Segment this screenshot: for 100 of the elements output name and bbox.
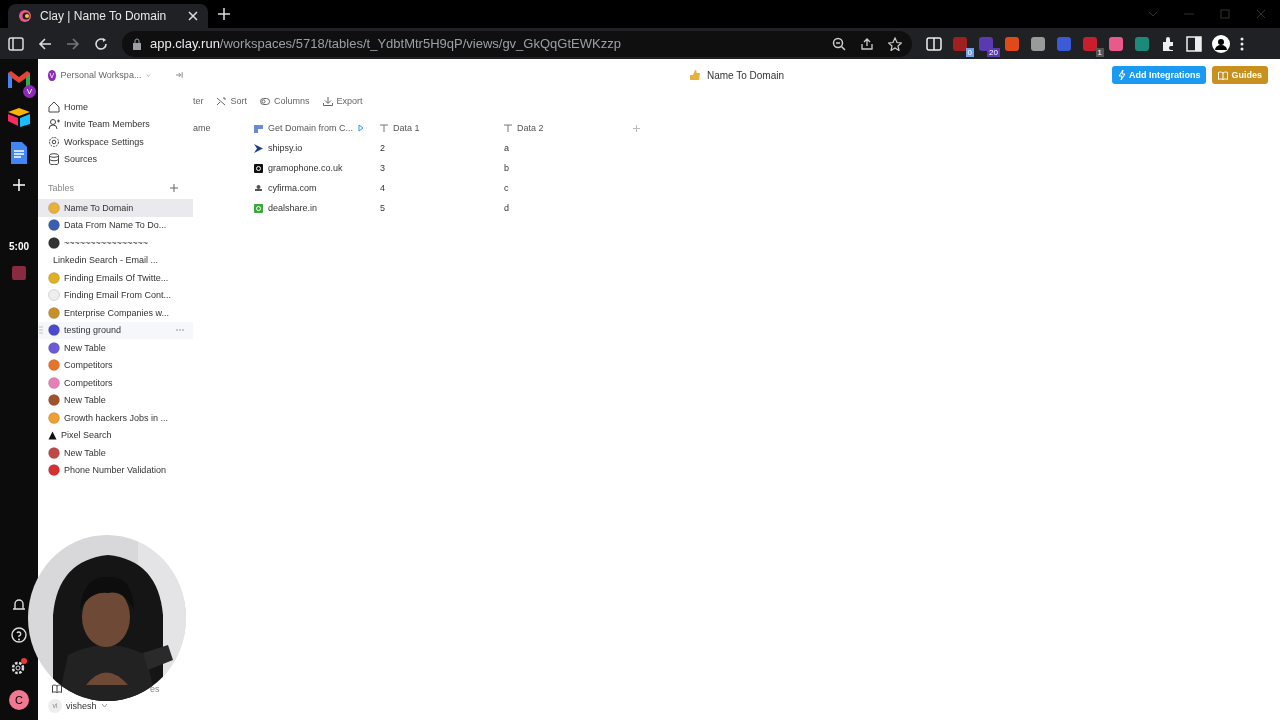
bell-icon[interactable] xyxy=(12,598,26,612)
table-cell-text: d xyxy=(504,202,510,215)
sidebar-icon[interactable] xyxy=(8,36,24,51)
text-type-icon xyxy=(380,124,388,132)
avatar-badge: V xyxy=(23,85,36,98)
chevron-down-icon[interactable] xyxy=(100,703,108,708)
tab-title: Clay | Name To Domain xyxy=(40,9,168,23)
url-text: app.clay.run/workspaces/5718/tables/t_YdbtMtr5H9qP/views/gv_GkQqGtEWKzzp xyxy=(150,36,621,51)
table-cell: gramophone.co.uk xyxy=(254,158,380,178)
document-icon[interactable] xyxy=(10,141,28,165)
section-heading: Tables xyxy=(48,183,74,193)
drag-handle-icon[interactable] xyxy=(39,326,43,335)
table-item[interactable]: Linkedin Search - Email ... xyxy=(38,251,193,269)
play-icon[interactable] xyxy=(358,124,365,132)
add-icon[interactable] xyxy=(170,184,178,192)
table-item[interactable]: ~~~~~~~~~~~~~~~~ xyxy=(38,234,193,252)
table-cell: dealshare.in xyxy=(254,198,380,218)
column-header[interactable]: Data 1 xyxy=(380,118,504,138)
table-item[interactable]: Competitors xyxy=(38,356,193,374)
extension-icon[interactable] xyxy=(1108,35,1124,52)
column-header[interactable]: Data 2 xyxy=(504,118,633,138)
toolbar-button[interactable]: ter xyxy=(193,96,204,106)
extension-icon[interactable] xyxy=(978,35,994,52)
table-item[interactable]: Name To Domain xyxy=(38,199,193,217)
toolbar-button[interactable]: Sort xyxy=(216,96,248,106)
star-icon[interactable] xyxy=(888,36,902,51)
toolbar-button[interactable]: Export xyxy=(322,96,363,106)
table-cell-text: c xyxy=(504,182,510,195)
table-item[interactable]: Finding Email From Cont... xyxy=(38,286,193,304)
extension-badge: 1 xyxy=(1095,47,1104,57)
extension-icon[interactable] xyxy=(1056,35,1072,52)
toggle-icon xyxy=(260,96,271,106)
table-item[interactable]: Competitors xyxy=(38,374,193,392)
puzzle-icon[interactable] xyxy=(1160,35,1176,52)
shuffle-icon xyxy=(216,96,227,106)
table-item[interactable]: New Table xyxy=(38,339,193,357)
zoom-out-icon[interactable] xyxy=(832,36,846,51)
table-item[interactable]: testing ground xyxy=(38,321,193,339)
nav-item[interactable]: Invite Team Members xyxy=(38,115,193,133)
nav-item[interactable]: Home xyxy=(38,98,193,116)
profile-icon[interactable] xyxy=(1212,34,1230,53)
forward-icon[interactable] xyxy=(66,36,80,51)
box-logo-icon[interactable] xyxy=(7,107,31,127)
table-item[interactable]: New Table xyxy=(38,444,193,462)
side-panel-icon[interactable] xyxy=(1186,35,1202,52)
table-item[interactable]: Enterprise Companies w... xyxy=(38,304,193,322)
guides-link[interactable]: es xyxy=(150,683,160,694)
table-cell-text: 2 xyxy=(380,142,386,155)
column-header[interactable]: Get Domain from C... xyxy=(254,118,380,138)
user-avatar[interactable]: C xyxy=(9,690,29,710)
reload-icon[interactable] xyxy=(94,36,108,51)
toolbar-button[interactable]: Columns xyxy=(260,96,310,106)
menu-icon[interactable] xyxy=(1240,36,1244,51)
browser-tab[interactable]: Clay | Name To Domain xyxy=(8,4,208,28)
user-name[interactable]: vishesh xyxy=(66,700,97,711)
table-item[interactable]: Growth hackers Jobs in ... xyxy=(38,409,193,427)
book-icon xyxy=(1218,70,1229,80)
plus-icon[interactable] xyxy=(13,179,25,191)
extension-badge: 0 xyxy=(965,47,974,57)
download-icon xyxy=(322,96,333,106)
nav-item[interactable]: Workspace Settings xyxy=(38,133,193,151)
column-header[interactable]: ame xyxy=(193,118,254,138)
extension-icon[interactable] xyxy=(1082,35,1098,52)
lightning-icon xyxy=(1118,70,1126,80)
timer-text: 5:00 xyxy=(9,241,29,252)
settings-icon[interactable] xyxy=(10,658,28,676)
extension-icon[interactable] xyxy=(1004,35,1020,52)
table-cell-text: 4 xyxy=(380,182,386,195)
table-cell: cyfirma.com xyxy=(254,178,380,198)
table-item[interactable]: Finding Emails Of Twitte... xyxy=(38,269,193,287)
help-icon[interactable] xyxy=(10,626,28,644)
extension-icon[interactable] xyxy=(1134,35,1150,52)
table-cell-text: b xyxy=(504,162,510,175)
share-icon[interactable] xyxy=(860,36,874,51)
reading-icon[interactable] xyxy=(926,36,942,51)
settings-icon xyxy=(48,135,60,148)
back-icon[interactable] xyxy=(38,36,52,51)
new-tab-icon[interactable] xyxy=(218,8,230,20)
table-cell-text: 3 xyxy=(380,162,386,175)
column-logo-icon xyxy=(254,123,263,133)
table-item[interactable]: New Table xyxy=(38,391,193,409)
text-type-icon xyxy=(504,124,512,132)
table-item[interactable]: Phone Number Validation xyxy=(38,461,193,479)
table-item[interactable]: Pixel Search xyxy=(38,426,193,444)
table-item[interactable]: Data From Name To Do... xyxy=(38,216,193,234)
table-cell-text: 5 xyxy=(380,202,386,215)
thumbs-up-icon xyxy=(688,69,701,81)
extension-icon[interactable] xyxy=(1030,35,1046,52)
triangle-icon xyxy=(48,430,57,440)
table-cell: shipsy.io xyxy=(254,138,380,158)
book-icon[interactable] xyxy=(52,684,62,693)
extension-badge: 20 xyxy=(987,47,1000,57)
mail-icon[interactable] xyxy=(7,69,31,89)
lock-icon xyxy=(132,37,142,50)
database-icon xyxy=(48,153,60,166)
workspace-name[interactable]: Personal Workspa... xyxy=(60,70,142,80)
address-bar[interactable]: app.clay.run/workspaces/5718/tables/t_YdbtMtr5H9qP/views/gv_GkQqGtEWKzzp xyxy=(122,30,912,57)
extension-icon[interactable] xyxy=(952,35,968,52)
table-title: Name To Domain xyxy=(706,69,785,81)
nav-item[interactable]: Sources xyxy=(38,150,193,168)
